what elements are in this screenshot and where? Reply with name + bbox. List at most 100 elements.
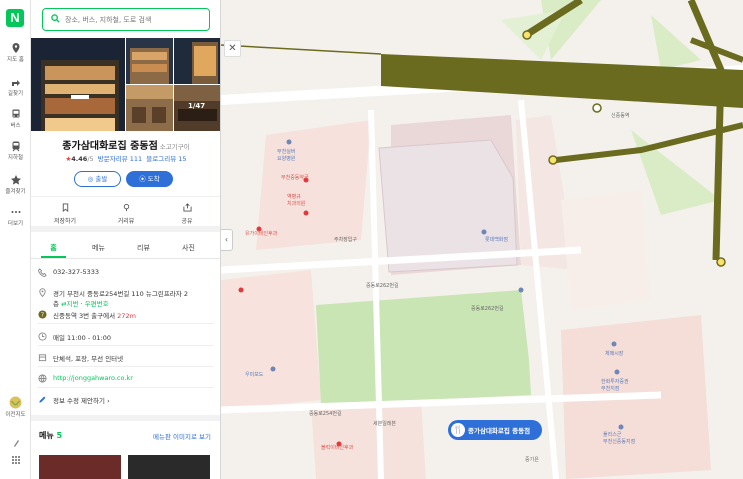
thumb-photo-2[interactable]	[174, 38, 220, 84]
pencil-icon	[39, 396, 46, 403]
map-label-road-3: 중동로254번길	[309, 411, 342, 417]
suggest-edit-text: 정보 수정 제안하기	[53, 397, 105, 405]
share-label: 공유	[181, 218, 193, 225]
clock-icon	[38, 332, 47, 341]
visitor-reviews-link[interactable]: 방문자리뷰 111	[98, 155, 142, 163]
place-name: 종가삼대화로집 중동점	[62, 141, 158, 152]
direction-buttons: ◎ 출발 ⦿ 도착	[74, 171, 184, 188]
map-label-hospital[interactable]: 부천실버 요양병원	[277, 148, 295, 162]
store-icon	[38, 354, 47, 362]
rail-item-label: 지하철	[7, 155, 24, 161]
arrive-button[interactable]: ⦿ 도착	[126, 171, 173, 187]
search-input[interactable]	[65, 13, 205, 26]
jibun-link[interactable]: ⇄지번	[61, 300, 78, 308]
destination-icon: ⦿	[139, 175, 146, 183]
depart-button[interactable]: ◎ 출발	[74, 171, 121, 187]
rail-item-bus[interactable]: 버스	[0, 108, 31, 129]
svg-text:7: 7	[41, 313, 44, 319]
main-photo[interactable]	[31, 38, 125, 131]
map-label-bank[interactable]: 한화투자증권 부천지점	[601, 378, 629, 392]
subway-distance: 272m	[117, 312, 136, 320]
place-marker[interactable]: 🍴 종가삼대화로집 중동점	[448, 420, 542, 440]
depart-label: 출발	[95, 175, 108, 183]
map-label-parking[interactable]: 주차장입구	[334, 236, 357, 243]
rail-item-subway[interactable]: 지하철	[0, 140, 31, 161]
share-button[interactable]: 공유	[157, 203, 217, 225]
close-icon: ✕	[228, 43, 237, 54]
street-view-icon	[123, 203, 129, 212]
menu-image-link[interactable]: 메뉴판 이미지로 보기	[153, 431, 211, 441]
map-label-clinic[interactable]: 역병규 치과의원	[287, 193, 305, 207]
map-label-mart[interactable]: 체매시장	[605, 350, 623, 357]
interior-photo	[126, 85, 173, 131]
building-photo	[31, 38, 125, 131]
blog-reviews-link[interactable]: 블로그리뷰 15	[146, 155, 186, 163]
rail-item-old-map[interactable]: 이전지도	[0, 396, 31, 418]
menu-section-title: 메뉴 5	[39, 430, 62, 441]
rail-item-label: 즐겨찾기	[5, 189, 26, 195]
save-label: 저장하기	[53, 218, 77, 225]
building-photo	[174, 38, 220, 84]
menu-count: 5	[56, 431, 63, 440]
map-label-road-2: 중동로262번길	[471, 306, 504, 312]
map-canvas[interactable]: 부천실버 요양병원 부천중동약국 역병규 치과의원 유가이비인후과 롯데백화점 …	[221, 0, 743, 479]
save-button[interactable]: 저장하기	[35, 203, 95, 225]
close-panel-button[interactable]: ✕	[224, 40, 241, 57]
rail-item-directions[interactable]: 길찾기	[0, 76, 31, 97]
photo-gallery[interactable]: 1/47	[31, 38, 220, 131]
arrive-label: 도착	[147, 175, 160, 183]
address-floor: 층	[53, 300, 59, 308]
star-icon	[10, 175, 21, 185]
rating-value: 4.46	[71, 155, 88, 163]
rail-item-map-home[interactable]: 지도 홈	[0, 42, 31, 63]
tab-menu[interactable]: 메뉴	[76, 243, 121, 253]
grid-icon	[11, 456, 20, 464]
bus-icon	[12, 109, 19, 118]
thumb-photo-3[interactable]	[126, 85, 173, 131]
tab-reviews[interactable]: 리뷰	[121, 243, 166, 253]
rail-item-more[interactable]: 더보기	[0, 206, 31, 227]
postal-link[interactable]: 우편번호	[85, 300, 109, 308]
rail-item-label: 지도 홈	[7, 57, 24, 63]
menu-photo-1[interactable]	[39, 455, 121, 479]
location-icon	[39, 288, 46, 297]
rail-item-label: 버스	[10, 123, 21, 129]
action-bar: 저장하기 거리뷰 공유	[31, 196, 220, 232]
place-category: 소고기구이	[159, 143, 190, 151]
naver-logo[interactable]: N	[6, 9, 24, 27]
map-label-hospital-2[interactable]: 블럭이비인후과	[321, 444, 353, 451]
search-box[interactable]	[42, 8, 210, 31]
tab-home[interactable]: 홈	[31, 243, 76, 253]
map-label-theme[interactable]: 우미보도	[245, 371, 263, 378]
map-label-road-1: 중동로262번길	[366, 283, 399, 289]
rail-item-label: 길찾기	[7, 91, 24, 97]
map-label-ent[interactable]: 유가이비인후과	[245, 230, 277, 237]
place-detail-panel: 1/47 종가삼대화로집 중동점소고기구이 ★4.46/5 방문자리뷰 111 …	[31, 0, 221, 479]
map-label-nh[interactable]: 풀리스군 부천신중동지점	[603, 431, 635, 445]
phone-icon	[38, 268, 47, 277]
more-icon	[11, 211, 20, 213]
subway-directions: 신중동역 3번 출구에서 272m	[53, 310, 136, 320]
directions-icon	[11, 80, 20, 86]
menu-photo-2[interactable]	[128, 455, 210, 479]
thumb-photo-1[interactable]	[126, 38, 173, 84]
rail-item-favorites[interactable]: 즐겨찾기	[0, 174, 31, 195]
rail-item-apps[interactable]	[0, 454, 31, 466]
business-hours: 매일 11:00 - 01:00	[53, 334, 111, 342]
map-label-station[interactable]: 신중동역	[611, 112, 629, 119]
map-label-bank-2[interactable]: 중기은	[525, 456, 539, 463]
website-link[interactable]: http://jonggahwaro.co.kr	[53, 374, 133, 382]
map-label-store[interactable]: 세븐일레븐	[373, 420, 396, 427]
collapse-panel-button[interactable]: ‹	[221, 229, 233, 251]
rail-item-tool[interactable]	[0, 437, 31, 449]
map-label-lotte[interactable]: 롯데백화점	[485, 236, 508, 243]
map-label-pharmacy[interactable]: 부천중동약국	[281, 174, 309, 181]
jibun-label: 지번	[66, 300, 79, 308]
street-view-button[interactable]: 거리뷰	[96, 203, 156, 225]
tool-icon	[13, 440, 19, 447]
subway-line-7-icon: 7	[38, 310, 47, 319]
thumb-photo-4[interactable]: 1/47	[174, 85, 220, 131]
tab-photos[interactable]: 사진	[166, 243, 211, 253]
address-line-2: 층 ⇄지번 · 우편번호	[53, 300, 109, 308]
address-line-1: 경기 부천시 중동로254번길 110 뉴그린프라자 2	[53, 290, 188, 298]
